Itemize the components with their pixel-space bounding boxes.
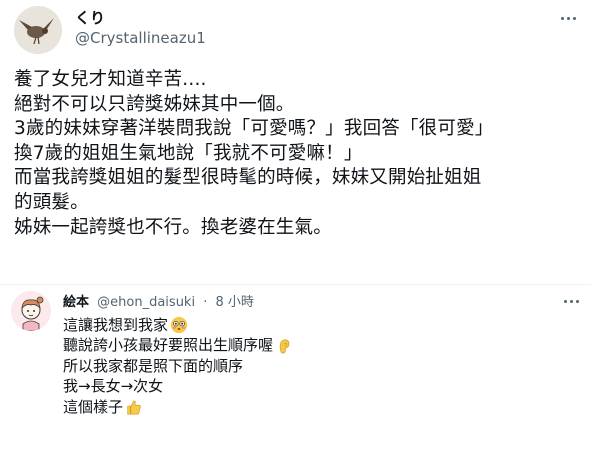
tweet-text-line: 而當我誇獎姐姐的髮型很時髦的時候，妹妹又開始扯姐姐 — [14, 167, 482, 189]
reply-author-name[interactable]: 絵本 — [63, 295, 89, 310]
tweet-text-line: 姊妹一起誇獎也不行。換老婆在生氣。 — [14, 216, 332, 238]
girl-avatar-icon — [11, 291, 51, 331]
tweet-text-line: 的頭髮。 — [14, 191, 89, 213]
meta-separator: · — [203, 295, 208, 310]
reply-line-text: 這讓我想到我家 — [63, 316, 169, 334]
reply-text-line: 聽說誇小孩最好要照出生順序喔 — [63, 335, 563, 355]
reply-line-text: 我→長女→次女 — [63, 377, 164, 396]
tweet-text-line: 3歲的妹妹穿著洋裝問我說「可愛嗎？」我回答「很可愛」 — [14, 118, 494, 140]
author-name[interactable]: くり — [75, 7, 105, 28]
main-tweet: くり @Crystallineazu1 養了女兒才知道辛苦.... 絕對不可以只… — [0, 0, 591, 284]
reply-text-line: 我→長女→次女 — [63, 376, 563, 396]
reply-text-line: 這讓我想到我家 — [63, 315, 563, 335]
reply-line-text: 所以我家都是照下面的順序 — [63, 356, 244, 375]
ear-icon — [279, 338, 290, 354]
tweet-text: 養了女兒才知道辛苦.... 絕對不可以只誇獎姊妹其中一個。 3歲的妹妹穿著洋裝問… — [14, 68, 584, 240]
author-handle[interactable]: @Crystallineazu1 — [75, 29, 206, 47]
thumbs-up-icon — [127, 400, 141, 415]
tweet-text-line: 絕對不可以只誇獎姊妹其中一個。 — [14, 93, 295, 115]
reply-timestamp[interactable]: 8 小時 — [216, 295, 254, 310]
reply-text-line: 所以我家都是照下面的順序 — [63, 356, 563, 376]
reply-text: 這讓我想到我家 聽說誇小孩最好要照出生順序喔 所以我家都是照下面的順序 我→長女… — [63, 315, 563, 417]
flushed-face-icon — [170, 317, 188, 334]
reply-text-line: 這個樣子 — [63, 397, 563, 417]
avatar[interactable] — [14, 6, 62, 54]
more-options-icon[interactable] — [555, 10, 581, 26]
reply-line-text: 這個樣子 — [63, 397, 124, 416]
tweet-text-line: 換7歲的姐姐生氣地說「我就不可愛嘛！」 — [14, 142, 363, 164]
reply-tweet[interactable]: 絵本 @ehon_daisuki · 8 小時 這讓我想到我家 聽說誇小孩最好要… — [0, 284, 591, 451]
tweet-text-line: 養了女兒才知道辛苦.... — [14, 69, 207, 90]
reply-more-options-icon[interactable] — [560, 295, 582, 307]
reply-avatar[interactable] — [11, 291, 51, 331]
bird-avatar-icon — [14, 6, 62, 54]
reply-header: 絵本 @ehon_daisuki · 8 小時 — [63, 291, 254, 310]
reply-author-handle[interactable]: @ehon_daisuki — [97, 295, 195, 310]
reply-line-text: 聽說誇小孩最好要照出生順序喔 — [63, 336, 274, 355]
